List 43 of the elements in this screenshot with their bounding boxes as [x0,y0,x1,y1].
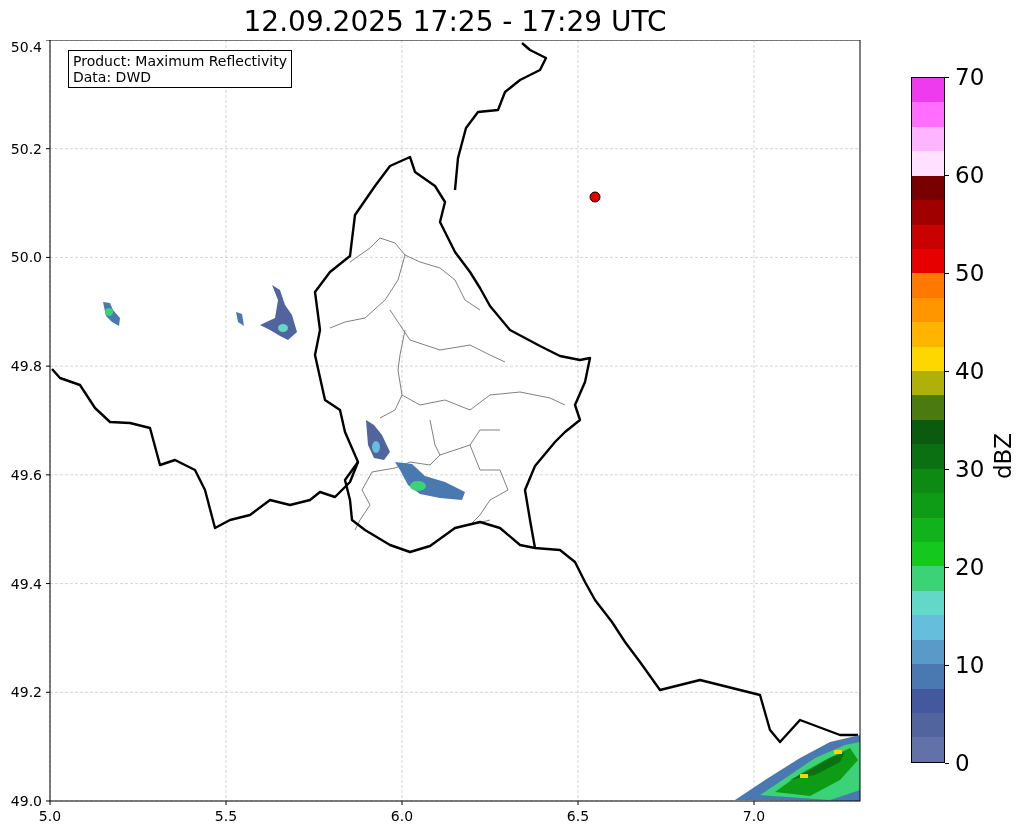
radar-echo-drawing [366,420,390,460]
tick-mark [401,800,403,806]
axis-tick-label: 5.5 [214,808,238,824]
axis-tick-label: 6.0 [390,808,414,824]
tick-mark [577,800,579,806]
tick-mark [45,148,51,150]
axis-tick-label: 50.4 [10,40,42,55]
colorbar-label: dBZ [990,432,1017,479]
tick-mark [45,474,51,476]
axis-tick-label: 49.8 [10,358,42,375]
colorbar-tick-label: 0 [955,750,970,776]
colorbar-tick-label: 70 [955,64,985,90]
axis-tick-label: 50.2 [10,140,42,157]
info-text: Product: Maximum Reflectivity [73,53,287,69]
chart-title: 12.09.2025 17:25 - 17:29 UTC [242,4,668,40]
tick-mark [225,800,227,806]
radar-echo-drawing [260,285,297,340]
axis-tick-label: 49.6 [10,466,42,483]
colorbar-tick-label: 10 [955,652,985,678]
radar-echo-drawing [395,462,465,500]
tick-mark [753,800,755,806]
radar-echo-drawing [103,302,120,326]
colorbar-tick-label: 40 [955,358,985,384]
colorbar-tick-label: 20 [955,554,985,580]
tick-mark [45,256,51,258]
info-text: Data: DWD [73,69,152,85]
axis-tick-label: 5.0 [38,808,62,824]
axis-tick-label: 50.0 [10,249,42,266]
axis-tick-label: 49.2 [10,684,42,701]
tick-mark [45,691,51,693]
colorbar-tick-label: 30 [955,456,985,482]
axis-tick-label: 49.4 [10,575,42,592]
axis-tick-label: 6.5 [566,808,590,824]
axis-tick-label: 49.0 [10,793,42,809]
tick-mark [45,365,51,367]
radar-echo-drawing [236,312,244,326]
colorbar-tick-label: 60 [955,162,985,188]
colorbar-tick-label: 50 [955,260,985,286]
tick-mark [45,40,51,41]
tick-mark [945,762,949,764]
axis-tick-label: 7.0 [742,808,766,824]
location-marker [589,191,601,203]
tick-mark [45,583,51,585]
